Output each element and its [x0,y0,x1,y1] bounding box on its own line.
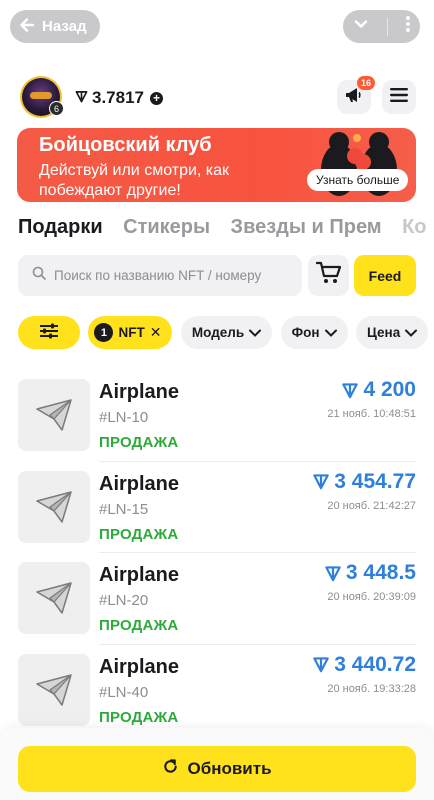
item-status: ПРОДАЖА [99,617,179,634]
banner-text: Действуй или смотри, как побеждают други… [39,162,230,199]
back-button[interactable]: Назад [10,10,100,43]
notification-badge: 16 [357,76,375,90]
filter-settings-button[interactable] [18,316,80,349]
chevron-down-icon[interactable] [352,15,370,38]
chevron-down-icon [324,325,337,340]
item-date: 20 нояб. 21:42:27 [327,499,416,512]
search-box [18,255,302,296]
avatar-level-badge: 6 [49,101,64,116]
sliders-icon [39,323,59,342]
item-price-value: 3 448.5 [345,561,416,584]
paper-plane-icon [36,582,72,614]
background-chip-label: Фон [291,325,320,340]
item-price-value: 3 454.77 [334,469,416,493]
close-icon[interactable]: ✕ [150,324,162,341]
item-price-value: 3 440.72 [334,652,416,676]
item-name: Airplane [99,381,180,403]
balance-value: 3.7817 [92,88,144,107]
learn-more-button[interactable]: Узнать больше [307,169,409,191]
shopping-cart-icon [315,261,342,290]
refresh-label: Обновить [187,759,272,778]
item-price: 3 448.5 [324,561,416,585]
chevron-down-icon [405,325,418,340]
airplane-thumbnail [18,379,90,451]
paper-plane-icon [36,673,72,706]
airplane-thumbnail [18,562,90,634]
back-label: Назад [42,18,87,35]
item-status: ПРОДАЖА [99,525,179,543]
category-tabs: Подарки Стикеры Звезды и Прем Ко [18,216,434,244]
item-number: #LN-40 [99,683,149,701]
list-item[interactable]: Airplane #LN-20 ПРОДАЖА 3 448.5 20 нояб.… [0,553,434,645]
nft-filter-chip[interactable]: 1 NFT ✕ [88,316,173,349]
ton-icon [313,657,330,673]
tab-gifts[interactable]: Подарки [18,216,103,239]
menu-button[interactable] [382,80,416,114]
cart-button[interactable] [308,255,349,296]
item-price: 4 200 [341,378,416,402]
filter-bar: 1 NFT ✕ Модель Фон Цена [18,316,434,350]
tab-more[interactable]: Ко [402,216,426,239]
background-filter-chip[interactable]: Фон [280,316,348,349]
ton-icon [313,474,330,490]
ton-icon [75,88,88,108]
price-chip-label: Цена [367,325,401,340]
refresh-button[interactable]: Обновить [18,746,416,792]
item-date: 21 нояб. 10:48:51 [327,408,416,420]
item-status: ПРОДАЖА [99,434,179,451]
announcements-button[interactable]: 16 [337,76,375,114]
banner-title: Бойцовский клуб [39,134,212,156]
list-item[interactable]: Airplane #LN-15 ПРОДАЖА 3 454.77 20 нояб… [0,462,434,553]
item-name: Airplane [99,655,180,678]
refresh-icon [162,758,179,780]
more-vertical-icon[interactable] [405,15,411,38]
profile-row: 6 3.7817 + 16 [0,76,434,118]
plus-icon[interactable]: + [150,91,163,105]
item-price: 3 454.77 [312,470,416,494]
top-bar: Назад [0,0,434,54]
bottom-bar: Обновить [0,728,434,800]
airplane-thumbnail [18,653,90,726]
chevron-down-icon [249,325,262,340]
paper-plane-icon [36,490,72,523]
divider [386,17,388,36]
model-chip-label: Модель [191,325,245,340]
search-row: Feed [18,255,418,296]
model-filter-chip[interactable]: Модель [180,316,273,349]
item-name: Airplane [99,564,180,586]
item-price-value: 4 200 [363,378,416,401]
promo-banner[interactable]: Бойцовский клуб Действуй или смотри, как… [17,128,416,202]
tab-stars-premium[interactable]: Звезды и Прем [231,216,382,239]
top-right-controls [343,10,420,43]
ton-icon [325,565,341,581]
item-date: 20 нояб. 19:33:28 [327,682,416,695]
item-number: #LN-20 [99,592,149,609]
list-item[interactable]: Airplane #LN-10 ПРОДАЖА 4 200 21 нояб. 1… [0,370,434,462]
nft-chip-label: NFT [118,325,145,340]
item-number: #LN-10 [99,409,149,426]
search-input[interactable] [54,268,294,283]
search-icon [32,266,46,285]
list-item[interactable]: Airplane #LN-40 ПРОДАЖА 3 440.72 20 нояб… [0,645,434,737]
tab-stickers[interactable]: Стикеры [123,216,210,239]
hamburger-menu-icon [390,87,408,107]
paper-plane-icon [36,399,72,431]
price-filter-chip[interactable]: Цена [356,316,429,349]
balance[interactable]: 3.7817 + [75,88,163,108]
feed-button[interactable]: Feed [354,255,416,296]
nft-list: Airplane #LN-10 ПРОДАЖА 4 200 21 нояб. 1… [0,370,434,736]
item-name: Airplane [99,472,180,495]
airplane-thumbnail [18,470,90,543]
boxers-illustration [321,132,397,196]
arrow-left-icon [18,16,36,38]
item-number: #LN-15 [99,500,149,518]
item-price: 3 440.72 [312,653,416,677]
ton-icon [342,382,359,398]
item-status: ПРОДАЖА [99,708,179,726]
nft-count-badge: 1 [94,323,114,342]
item-date: 20 нояб. 20:39:09 [327,591,416,603]
